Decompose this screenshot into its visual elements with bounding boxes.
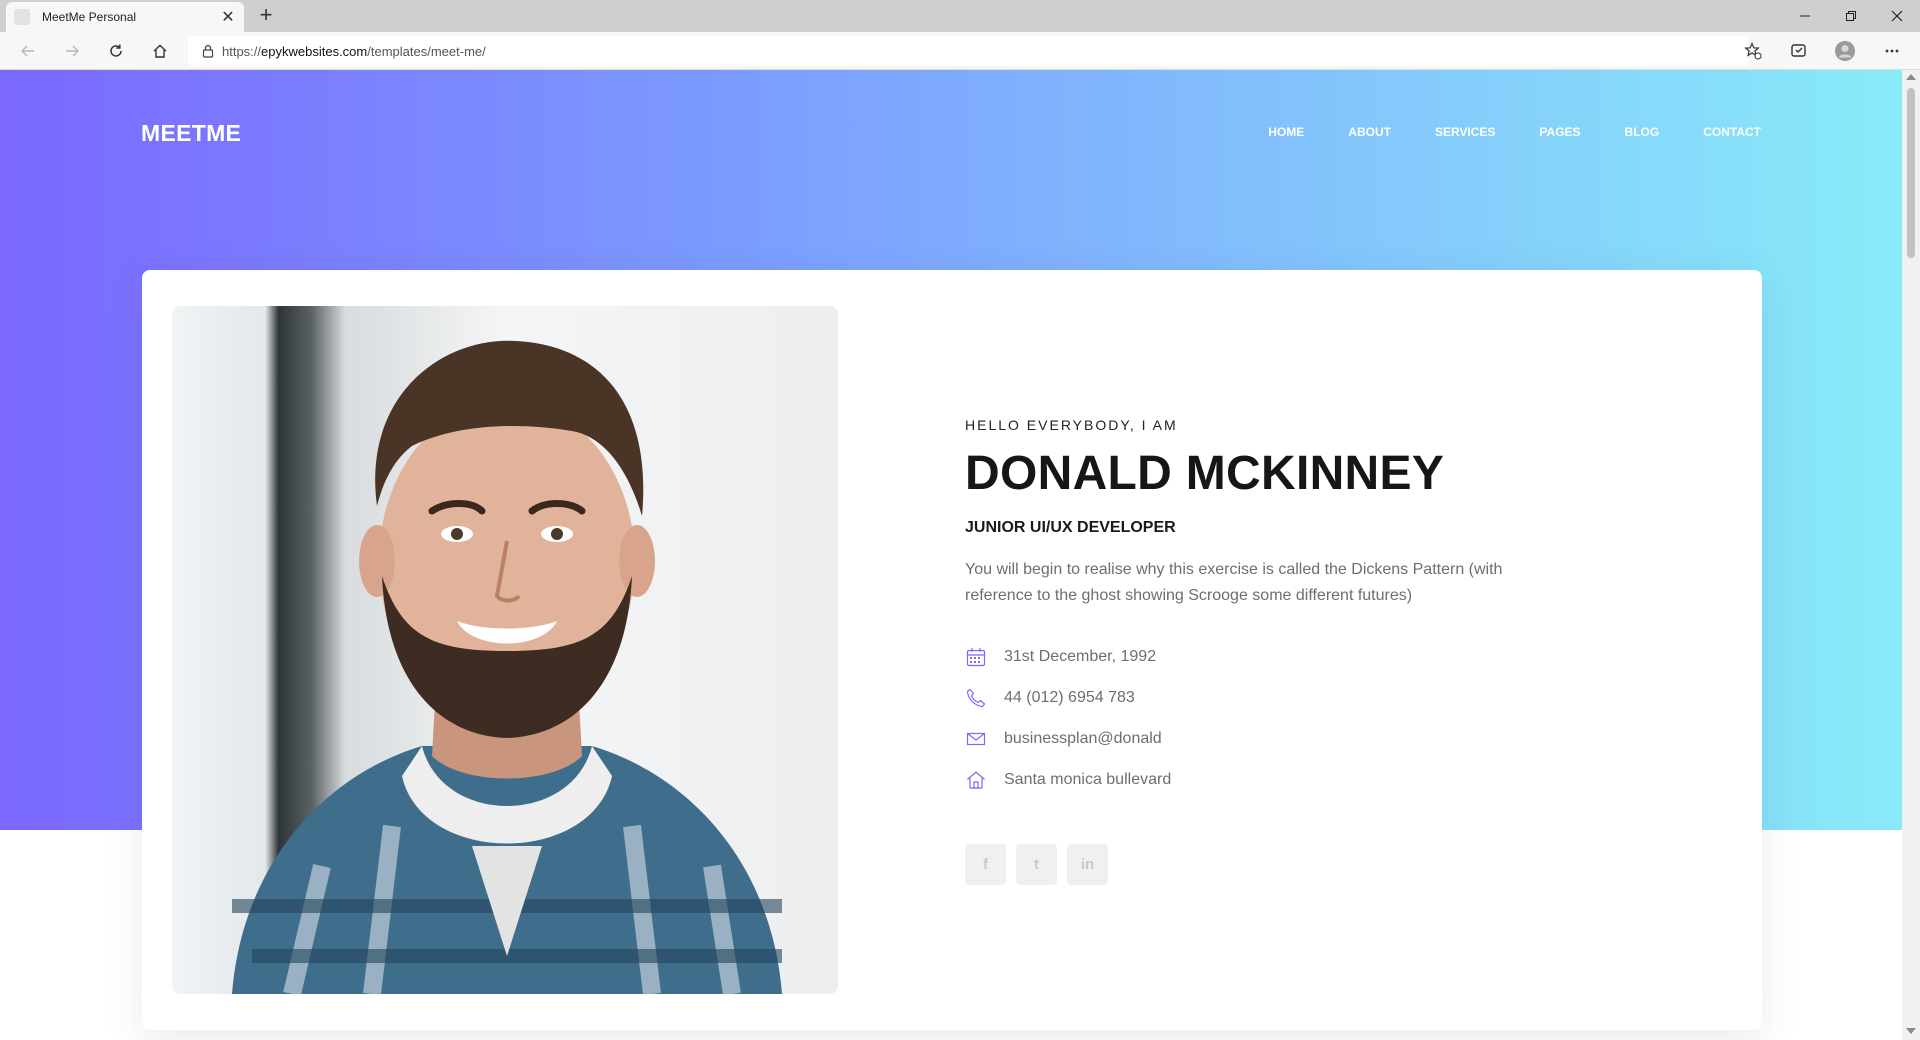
nav-services[interactable]: SERVICES [1435,125,1495,139]
site-logo[interactable]: MEETME [141,120,241,147]
linkedin-icon[interactable]: in [1067,844,1108,885]
profile-name: DONALD MCKINNEY [965,447,1445,500]
contact-address: Santa monica bullevard [1004,770,1172,788]
contact-birthday: 31st December, 1992 [1004,647,1157,665]
contact-item-address: Santa monica bullevard [965,759,1171,800]
profile-avatar-icon[interactable] [1832,39,1858,63]
address-bar[interactable]: https://epykwebsites.com/templates/meet-… [188,36,1748,66]
home-icon [965,769,987,791]
favorites-star-icon[interactable] [1740,39,1766,63]
scrollbar-thumb[interactable] [1907,88,1915,258]
social-links: f t in [965,844,1108,885]
browser-toolbar: https://epykwebsites.com/templates/meet-… [0,32,1920,70]
nav-contact[interactable]: CONTACT [1703,125,1761,139]
contact-item-birthday: 31st December, 1992 [965,636,1171,677]
tab-title: MeetMe Personal [42,10,137,24]
contact-item-email: businessplan@donald [965,718,1171,759]
twitter-icon[interactable]: t [1016,844,1057,885]
nav-blog[interactable]: BLOG [1625,125,1660,139]
url-text: https://epykwebsites.com/templates/meet-… [222,43,486,59]
more-menu-icon[interactable] [1879,39,1905,63]
contact-list: 31st December, 1992 44 (012) 6954 783 bu… [965,636,1171,800]
facebook-icon[interactable]: f [965,844,1006,885]
forward-icon[interactable] [59,39,85,63]
contact-email: businessplan@donald [1004,729,1162,747]
profile-photo [172,306,838,994]
intro-text: HELLO EVERYBODY, I AM [965,417,1178,433]
browser-tab-bar: MeetMe Personal ✕ + [0,0,1920,32]
nav-about[interactable]: ABOUT [1348,125,1391,139]
envelope-icon [965,728,987,750]
close-tab-icon[interactable]: ✕ [220,7,236,27]
reload-icon[interactable] [103,39,129,63]
browser-tab[interactable]: MeetMe Personal ✕ [6,2,244,32]
nav-home[interactable]: HOME [1268,125,1304,139]
main-nav: HOME ABOUT SERVICES PAGES BLOG CONTACT [1268,125,1761,139]
scroll-up-icon[interactable] [1906,74,1916,80]
profile-role: JUNIOR UI/UX DEVELOPER [965,519,1176,536]
phone-icon [965,687,987,709]
minimize-window-icon[interactable] [1782,0,1828,32]
portrait-illustration [232,340,782,994]
close-window-icon[interactable] [1874,0,1920,32]
lock-icon [202,44,214,58]
back-icon[interactable] [15,39,41,63]
scroll-down-icon[interactable] [1906,1028,1916,1034]
calendar-icon [965,646,987,668]
restore-window-icon[interactable] [1828,0,1874,32]
collections-icon[interactable] [1786,39,1812,63]
profile-card: HELLO EVERYBODY, I AM DONALD MCKINNEY JU… [142,270,1762,1030]
nav-pages[interactable]: PAGES [1539,125,1580,139]
page-scrollbar[interactable] [1902,70,1920,1040]
contact-item-phone: 44 (012) 6954 783 [965,677,1171,718]
profile-bio: You will begin to realise why this exerc… [965,561,1503,604]
new-tab-icon[interactable]: + [254,4,278,28]
page-favicon-icon [14,9,30,25]
home-button-icon[interactable] [147,39,173,63]
contact-phone: 44 (012) 6954 783 [1004,688,1135,706]
page-viewport: MEETME HOME ABOUT SERVICES PAGES BLOG CO… [0,70,1902,1040]
